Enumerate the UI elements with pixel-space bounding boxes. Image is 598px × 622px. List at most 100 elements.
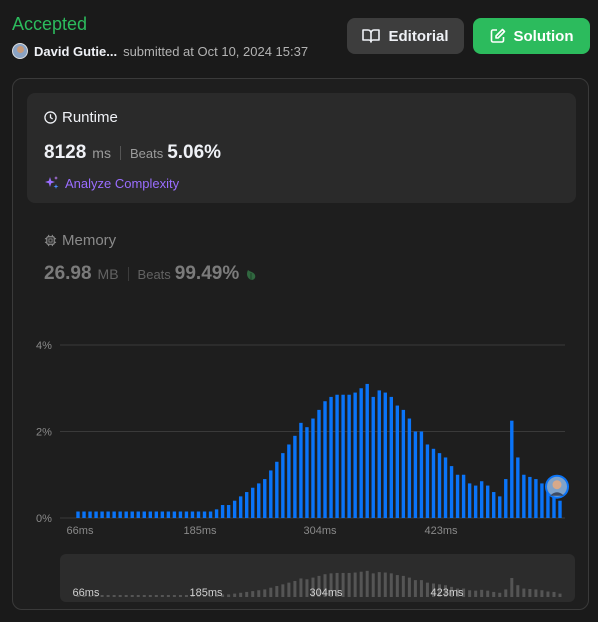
- chart-bar[interactable]: [510, 420, 514, 518]
- overview-bar: [498, 592, 502, 597]
- runtime-distribution-chart[interactable]: 4% 2% 0% 66ms 185ms 304ms 423ms 66ms 185ms 304m…: [0, 0, 598, 622]
- chart-bar[interactable]: [148, 511, 152, 518]
- overview-bar: [257, 590, 261, 597]
- chart-bar[interactable]: [437, 453, 442, 518]
- chart-bar[interactable]: [257, 483, 261, 518]
- chart-bar[interactable]: [335, 394, 339, 518]
- overview-bar: [166, 595, 170, 597]
- chart-bar[interactable]: [232, 500, 237, 518]
- chart-bar[interactable]: [443, 457, 448, 518]
- overview-bar: [353, 572, 357, 597]
- chart-bar[interactable]: [94, 511, 98, 518]
- chart-bar[interactable]: [190, 511, 195, 518]
- chart-bar[interactable]: [377, 390, 381, 518]
- chart-bar[interactable]: [455, 474, 460, 518]
- chart-bar[interactable]: [401, 409, 406, 518]
- chart-bar[interactable]: [371, 396, 375, 518]
- chart-bar[interactable]: [202, 511, 207, 518]
- overview-bar: [239, 592, 243, 597]
- overview-bar: [383, 572, 387, 597]
- chart-bar[interactable]: [184, 511, 189, 518]
- chart-bar[interactable]: [124, 511, 128, 518]
- chart-bar[interactable]: [142, 511, 146, 518]
- chart-bar[interactable]: [208, 511, 213, 518]
- chart-bar[interactable]: [461, 474, 466, 518]
- overview-tick-label: 185ms: [189, 587, 223, 599]
- overview-bar: [275, 586, 279, 597]
- chart-bar[interactable]: [317, 409, 321, 518]
- chart-bar[interactable]: [166, 511, 171, 518]
- chart-bar[interactable]: [473, 485, 478, 518]
- overview-bar: [419, 580, 423, 597]
- chart-bar[interactable]: [311, 418, 315, 518]
- chart-bar[interactable]: [486, 485, 490, 518]
- chart-bar[interactable]: [558, 500, 562, 518]
- chart-bar[interactable]: [528, 476, 532, 518]
- chart-bar[interactable]: [82, 511, 86, 518]
- chart-bar[interactable]: [353, 392, 357, 518]
- overview-bar: [510, 578, 514, 597]
- chart-bar[interactable]: [220, 505, 225, 518]
- chart-bar[interactable]: [359, 388, 363, 518]
- chart-bar[interactable]: [88, 511, 92, 518]
- chart-bar[interactable]: [100, 511, 104, 518]
- chart-bar[interactable]: [407, 418, 412, 518]
- chart-bar[interactable]: [154, 511, 159, 518]
- chart-bar[interactable]: [281, 453, 285, 518]
- chart-bar[interactable]: [112, 511, 116, 518]
- chart-bar[interactable]: [413, 431, 418, 519]
- x-tick-label: 185ms: [183, 525, 217, 537]
- chart-bar[interactable]: [347, 394, 351, 518]
- chart-bar[interactable]: [287, 444, 291, 518]
- chart-bar[interactable]: [263, 479, 267, 518]
- chart-bar[interactable]: [251, 487, 255, 518]
- overview-bar: [365, 570, 369, 597]
- chart-bar[interactable]: [245, 492, 249, 518]
- chart-bar[interactable]: [323, 401, 327, 518]
- overview-bar: [522, 588, 526, 597]
- chart-bar[interactable]: [395, 405, 400, 518]
- chart-bar[interactable]: [178, 511, 183, 518]
- chart-bar[interactable]: [305, 427, 309, 518]
- overview-bar: [148, 595, 152, 597]
- chart-bar[interactable]: [172, 511, 177, 518]
- chart-bar[interactable]: [275, 461, 279, 518]
- chart-bar[interactable]: [492, 492, 496, 518]
- chart-bar[interactable]: [293, 435, 297, 518]
- chart-bar[interactable]: [365, 383, 369, 518]
- overview-bar: [540, 590, 544, 597]
- chart-bar[interactable]: [196, 511, 201, 518]
- chart-bar[interactable]: [449, 466, 454, 518]
- chart-bar[interactable]: [106, 511, 110, 518]
- chart-bar[interactable]: [269, 470, 273, 518]
- chart-bar[interactable]: [160, 511, 165, 518]
- chart-bar[interactable]: [299, 422, 303, 518]
- chart-bar[interactable]: [214, 509, 219, 518]
- overview-bar: [293, 580, 297, 597]
- chart-bar[interactable]: [540, 483, 544, 518]
- chart-bar[interactable]: [425, 444, 430, 518]
- chart-bar[interactable]: [238, 496, 243, 518]
- chart-bar[interactable]: [118, 511, 122, 518]
- chart-bar[interactable]: [341, 394, 345, 518]
- chart-bar[interactable]: [504, 479, 508, 518]
- overview-bar: [118, 595, 122, 597]
- chart-bar[interactable]: [431, 448, 436, 518]
- chart-bar[interactable]: [76, 511, 80, 518]
- chart-bar[interactable]: [522, 474, 526, 518]
- chart-bar[interactable]: [329, 396, 333, 518]
- chart-bar[interactable]: [479, 481, 484, 518]
- overview-bar: [112, 595, 116, 597]
- overview-bar: [480, 589, 484, 597]
- overview-bar: [425, 582, 429, 597]
- chart-bar[interactable]: [467, 483, 472, 518]
- chart-bar[interactable]: [130, 511, 134, 518]
- chart-bar[interactable]: [419, 431, 424, 519]
- chart-bar[interactable]: [389, 396, 393, 518]
- chart-bar[interactable]: [136, 511, 140, 518]
- chart-bar[interactable]: [498, 496, 502, 518]
- chart-bar[interactable]: [534, 479, 538, 518]
- chart-bar[interactable]: [516, 457, 520, 518]
- chart-bar[interactable]: [226, 505, 231, 518]
- chart-bar[interactable]: [383, 392, 387, 518]
